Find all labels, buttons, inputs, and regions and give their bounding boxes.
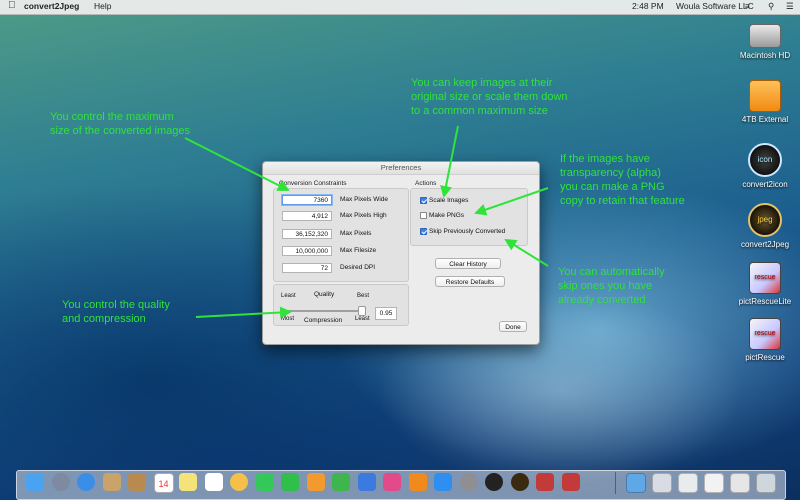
mail-stamp-icon[interactable] bbox=[102, 473, 121, 491]
itunes-icon[interactable] bbox=[383, 473, 401, 491]
convert2icon-dock-icon[interactable] bbox=[485, 473, 503, 491]
ibooks-icon[interactable] bbox=[408, 473, 427, 491]
applications-folder-icon[interactable] bbox=[626, 473, 646, 493]
annotation-png: If the images have transparency (alpha) … bbox=[560, 153, 685, 207]
numbers-icon[interactable] bbox=[332, 473, 350, 491]
safari-icon[interactable] bbox=[77, 473, 95, 491]
launchpad-icon[interactable] bbox=[51, 473, 70, 491]
stack-icon-2[interactable] bbox=[730, 473, 750, 493]
keynote-icon[interactable] bbox=[357, 473, 376, 491]
annotation-quality: You control the quality and compression bbox=[62, 299, 170, 325]
pictrescue-dock-icon[interactable] bbox=[536, 473, 554, 491]
stack-icon[interactable] bbox=[704, 473, 724, 493]
notes-icon[interactable] bbox=[179, 473, 197, 491]
annotation-max-size: You control the maximum size of the conv… bbox=[50, 111, 191, 137]
annotation-arrows bbox=[184, 125, 549, 319]
downloads-icon[interactable] bbox=[678, 473, 698, 493]
arrow-max-size bbox=[184, 137, 290, 191]
trash-icon[interactable] bbox=[756, 473, 776, 493]
convert2jpeg-dock-icon[interactable] bbox=[510, 473, 529, 491]
documents-icon[interactable] bbox=[652, 473, 672, 493]
finder-icon[interactable] bbox=[26, 473, 44, 491]
pictrescuelite-dock-icon[interactable] bbox=[561, 473, 580, 491]
arrow-png bbox=[474, 187, 549, 216]
arrow-skip bbox=[504, 238, 549, 267]
dock-divider bbox=[615, 472, 616, 494]
system-preferences-icon[interactable] bbox=[459, 473, 478, 491]
app-store-icon[interactable] bbox=[434, 473, 452, 491]
annotation-skip: You can automatically skip ones you have… bbox=[558, 266, 665, 306]
messages-icon[interactable] bbox=[255, 473, 274, 491]
annotation-scale: You can keep images at their original si… bbox=[411, 77, 568, 117]
contacts-icon[interactable] bbox=[128, 473, 146, 491]
arrow-scale bbox=[440, 125, 459, 198]
reminders-icon[interactable] bbox=[204, 473, 223, 491]
calendar-icon[interactable]: 14 bbox=[153, 473, 174, 493]
facetime-icon[interactable] bbox=[281, 473, 299, 491]
pages-icon[interactable] bbox=[306, 473, 325, 491]
arrow-quality bbox=[195, 306, 292, 319]
photos-icon[interactable] bbox=[230, 473, 248, 491]
